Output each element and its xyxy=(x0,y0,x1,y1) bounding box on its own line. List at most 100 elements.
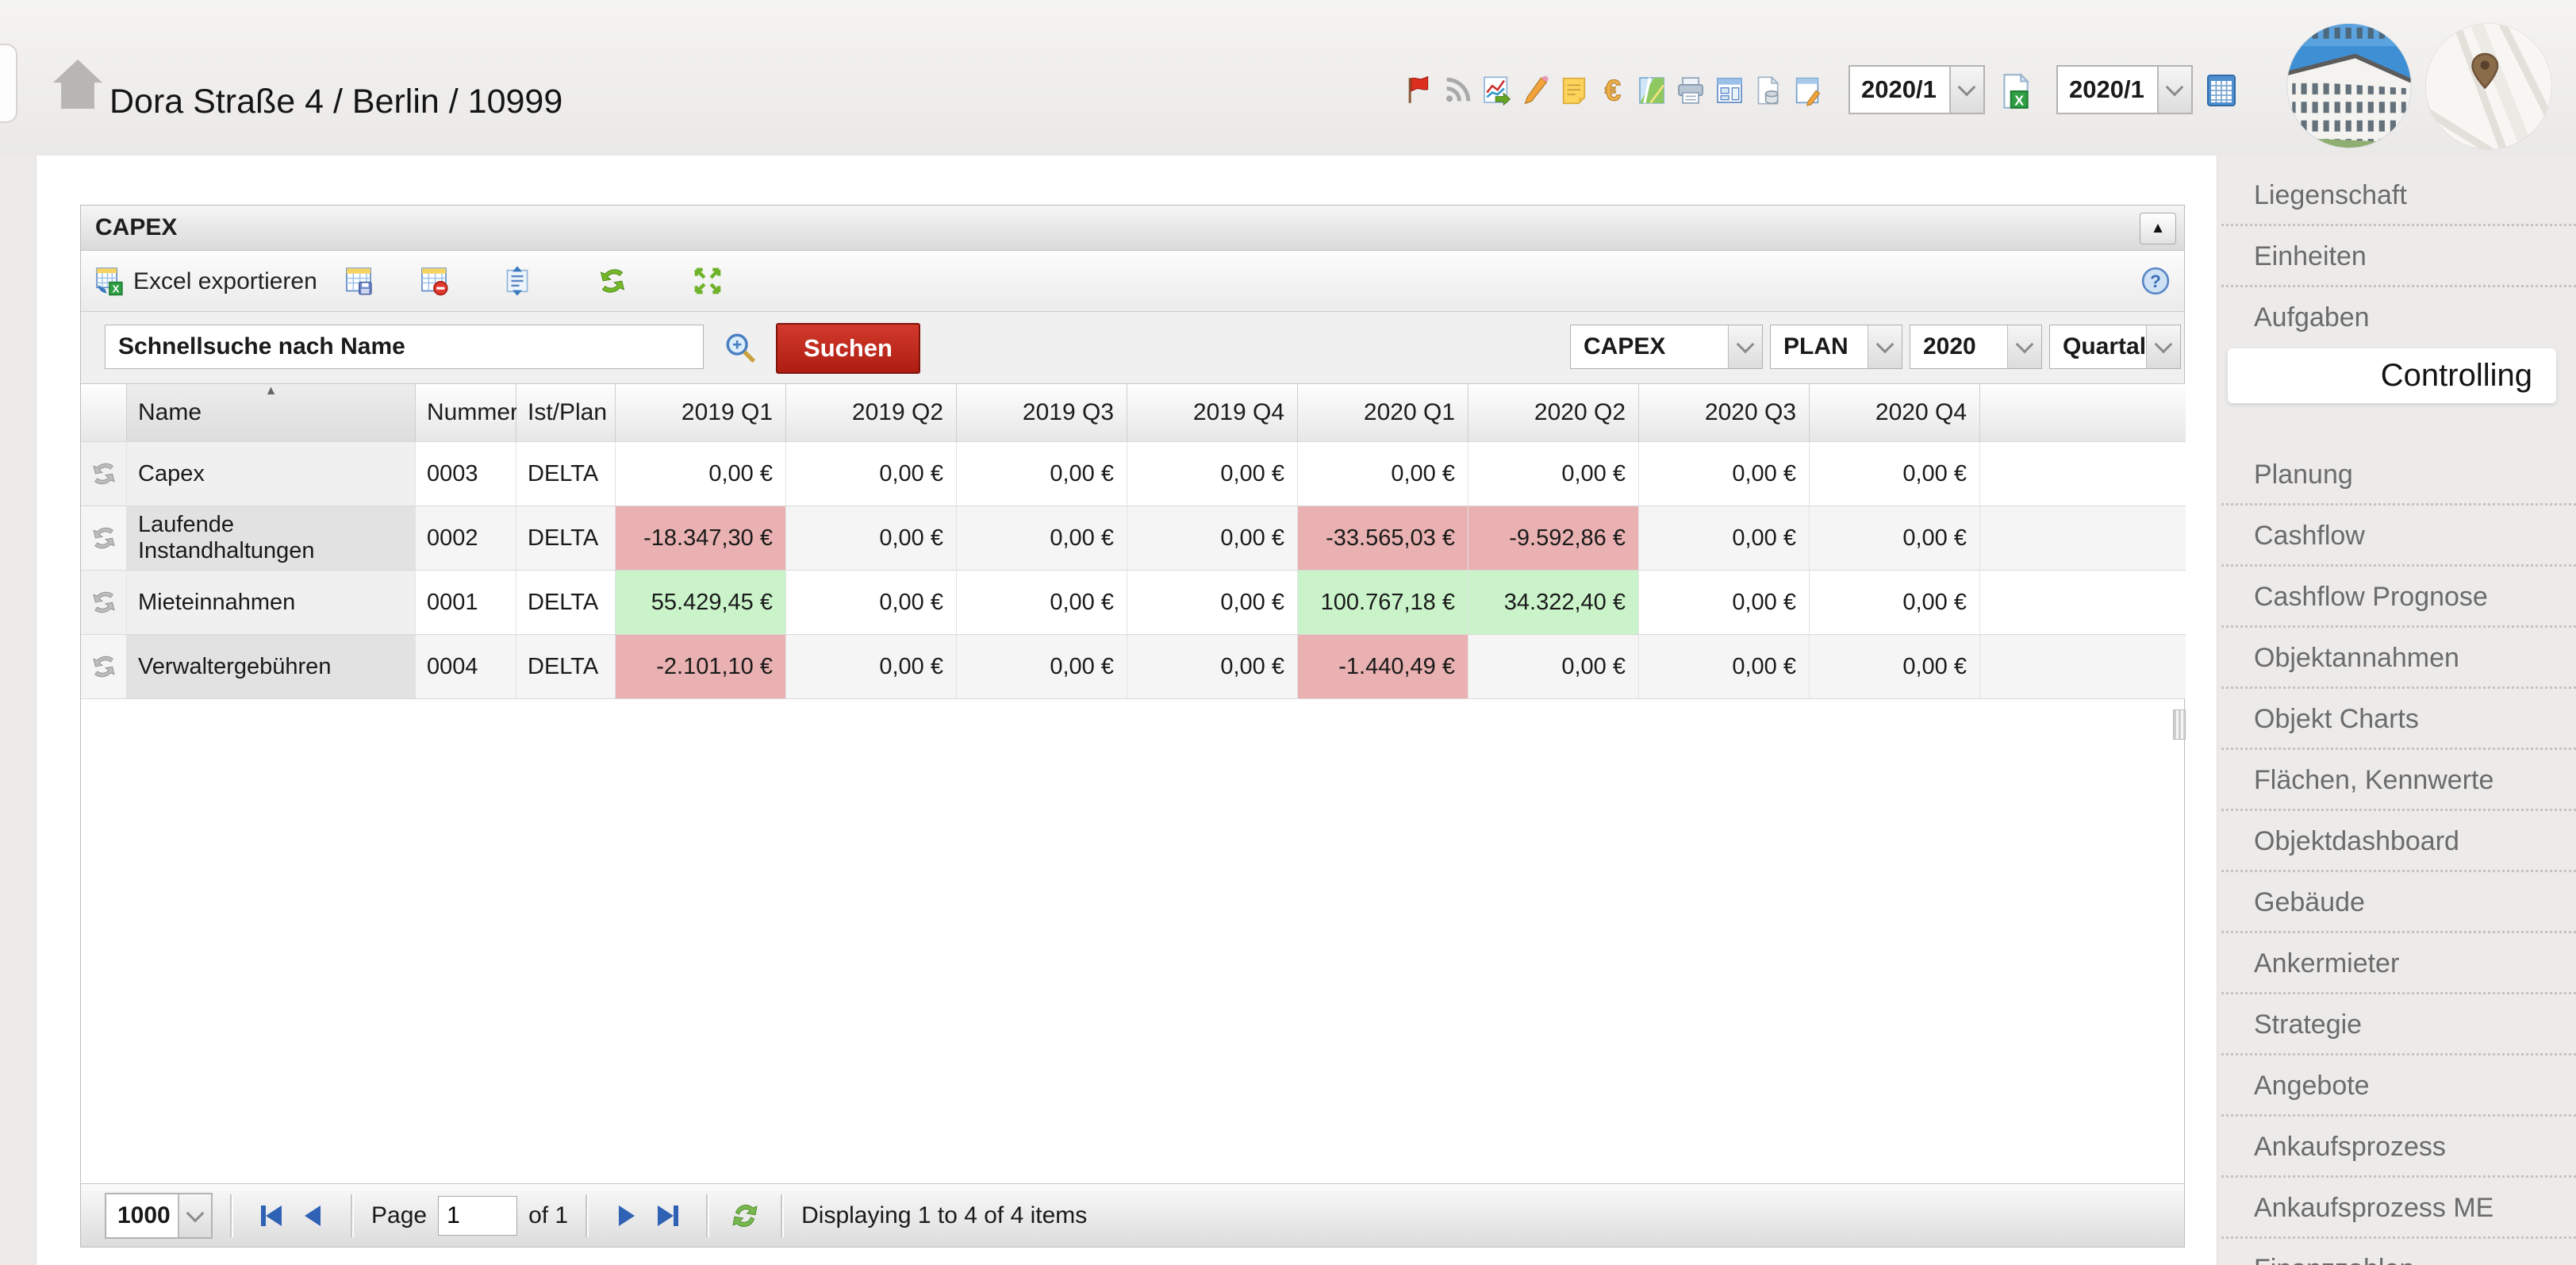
sidebar-item-gebaeude[interactable]: Gebäude xyxy=(2221,872,2576,933)
sidebar-item-objekt-charts[interactable]: Objekt Charts xyxy=(2221,689,2576,750)
table-row: Verwaltergebühren 0004 DELTA -2.101,10 €… xyxy=(81,635,2186,699)
flag-icon[interactable] xyxy=(1403,75,1434,106)
filter-select-interval[interactable]: Quartal xyxy=(2049,325,2181,369)
refresh-icon[interactable] xyxy=(727,1198,763,1234)
sidebar-item-finanzzahlen[interactable]: Finanzzahlen xyxy=(2221,1239,2576,1265)
panel-resize-grip[interactable] xyxy=(2173,709,2186,740)
cell-value: -33.565,03 € xyxy=(1298,506,1468,570)
home-up-icon[interactable] xyxy=(48,52,108,116)
last-page-button[interactable] xyxy=(647,1198,689,1234)
column-header-2020q4[interactable]: 2020 Q4 xyxy=(1810,384,1980,441)
filter-plan-dropdown-button[interactable] xyxy=(1868,325,1902,368)
svg-text:X: X xyxy=(113,283,120,294)
row-transfer-icon[interactable] xyxy=(88,588,120,617)
sidebar-item-flaechen-kennwerte[interactable]: Flächen, Kennwerte xyxy=(2221,750,2576,811)
sidebar-item-strategie[interactable]: Strategie xyxy=(2221,994,2576,1055)
search-input[interactable] xyxy=(105,325,704,369)
sidebar-item-ankaufsprozess[interactable]: Ankaufsprozess xyxy=(2221,1117,2576,1178)
column-header-2019q4[interactable]: 2019 Q4 xyxy=(1127,384,1298,441)
search-button[interactable]: Suchen xyxy=(776,323,920,374)
row-transfer-icon[interactable] xyxy=(88,459,120,488)
filter-select-capex[interactable]: CAPEX xyxy=(1570,325,1763,369)
cell-value: -2.101,10 € xyxy=(616,635,786,698)
printer-icon[interactable] xyxy=(1675,75,1706,106)
first-page-button[interactable] xyxy=(251,1198,292,1234)
sidebar-item-liegenschaft[interactable]: Liegenschaft xyxy=(2221,165,2576,226)
property-photo-thumbnail[interactable] xyxy=(2287,24,2411,148)
sidebar-item-aufgaben[interactable]: Aufgaben xyxy=(2221,287,2576,348)
period-select-2-dropdown-button[interactable] xyxy=(2157,67,2191,113)
sidebar-item-angebote[interactable]: Angebote xyxy=(2221,1055,2576,1117)
document-database-icon[interactable] xyxy=(1753,75,1784,106)
cell-value: 0,00 € xyxy=(616,442,786,506)
report-icon[interactable] xyxy=(1714,75,1745,106)
sidebar-item-cashflow-prognose[interactable]: Cashflow Prognose xyxy=(2221,567,2576,628)
help-icon[interactable]: ? xyxy=(2140,265,2171,297)
page-size-value: 1000 xyxy=(106,1194,178,1237)
table-remove-icon[interactable] xyxy=(418,265,450,297)
sort-ascending-icon: ▲ xyxy=(265,384,278,398)
page-number-input[interactable] xyxy=(438,1196,517,1236)
search-zoom-icon[interactable] xyxy=(722,329,758,366)
panel-title: CAPEX xyxy=(81,214,177,241)
column-header-2019q1[interactable]: 2019 Q1 xyxy=(616,384,786,441)
cell-value: 0,00 € xyxy=(1639,506,1810,570)
period-select-1[interactable]: 2020/1 xyxy=(1849,65,1985,114)
table-body: Capex 0003 DELTA 0,00 € 0,00 € 0,00 € 0,… xyxy=(81,442,2184,699)
column-header-2020q1[interactable]: 2020 Q1 xyxy=(1298,384,1468,441)
note-icon[interactable] xyxy=(1558,75,1590,106)
row-transfer-icon[interactable] xyxy=(88,652,120,681)
sidebar-item-cashflow[interactable]: Cashflow xyxy=(2221,506,2576,567)
column-header-2019q3[interactable]: 2019 Q3 xyxy=(957,384,1127,441)
cell-istplan: DELTA xyxy=(516,506,616,570)
filter-interval-dropdown-button[interactable] xyxy=(2146,325,2180,368)
sidebar-item-ankaufsprozess-me[interactable]: Ankaufsprozess ME xyxy=(2221,1178,2576,1239)
panel-collapse-button[interactable]: ▲ xyxy=(2140,213,2176,244)
collapsed-panel-tab[interactable] xyxy=(0,44,17,123)
right-sidebar: Liegenschaft Einheiten Aufgaben Controll… xyxy=(2221,0,2576,1265)
sidebar-item-ankermieter[interactable]: Ankermieter xyxy=(2221,933,2576,994)
period-select-2[interactable]: 2020/1 xyxy=(2056,65,2193,114)
column-header-2019q2[interactable]: 2019 Q2 xyxy=(786,384,957,441)
cell-value: 0,00 € xyxy=(1127,635,1298,698)
map-icon[interactable] xyxy=(1636,75,1668,106)
sidebar-item-planung[interactable]: Planung xyxy=(2221,444,2576,506)
pencil-icon[interactable] xyxy=(1519,75,1551,106)
euro-icon[interactable]: € xyxy=(1597,75,1629,106)
rss-icon[interactable] xyxy=(1442,75,1473,106)
sidebar-item-einheiten[interactable]: Einheiten xyxy=(2221,226,2576,287)
column-header-2020q2[interactable]: 2020 Q2 xyxy=(1468,384,1639,441)
chart-export-icon[interactable] xyxy=(1480,75,1512,106)
filter-year-dropdown-button[interactable] xyxy=(2007,325,2041,368)
svg-text:?: ? xyxy=(2150,271,2161,291)
page-size-dropdown-button[interactable] xyxy=(178,1194,211,1237)
table-save-icon[interactable] xyxy=(343,265,374,297)
sidebar-item-objektdashboard[interactable]: Objektdashboard xyxy=(2221,811,2576,872)
sort-rows-icon[interactable] xyxy=(501,265,533,297)
next-page-button[interactable] xyxy=(606,1198,647,1234)
expand-icon[interactable] xyxy=(692,265,724,297)
notepad-edit-icon[interactable] xyxy=(1791,75,1823,106)
filter-select-year[interactable]: 2020 xyxy=(1910,325,2042,369)
column-header-name[interactable]: ▲ Name xyxy=(127,384,416,441)
column-header-istplan[interactable]: Ist/Plan xyxy=(516,384,616,441)
cell-value: -9.592,86 € xyxy=(1468,506,1639,570)
filter-capex-dropdown-button[interactable] xyxy=(1728,325,1762,368)
row-transfer-icon[interactable] xyxy=(88,524,120,552)
excel-export-icon[interactable]: X xyxy=(94,265,125,297)
cell-value: 0,00 € xyxy=(786,442,957,506)
sidebar-active-section-controlling[interactable]: Controlling xyxy=(2228,348,2556,403)
chevron-down-icon xyxy=(2166,79,2184,97)
period-select-1-dropdown-button[interactable] xyxy=(1949,67,1983,113)
filter-select-plan[interactable]: PLAN xyxy=(1770,325,1902,369)
page-size-select[interactable]: 1000 xyxy=(105,1193,213,1239)
previous-page-button[interactable] xyxy=(292,1198,333,1234)
excel-export-label[interactable]: Excel exportieren xyxy=(133,268,317,295)
column-header-2020q3[interactable]: 2020 Q3 xyxy=(1639,384,1810,441)
excel-document-icon[interactable]: X xyxy=(1996,70,2036,113)
sidebar-item-objektannahmen[interactable]: Objektannahmen xyxy=(2221,628,2576,689)
transfer-icon[interactable] xyxy=(597,265,628,297)
column-header-nummer[interactable]: Nummer xyxy=(416,384,516,441)
map-thumbnail[interactable] xyxy=(2426,24,2551,149)
filter-capex-value: CAPEX xyxy=(1571,325,1728,368)
